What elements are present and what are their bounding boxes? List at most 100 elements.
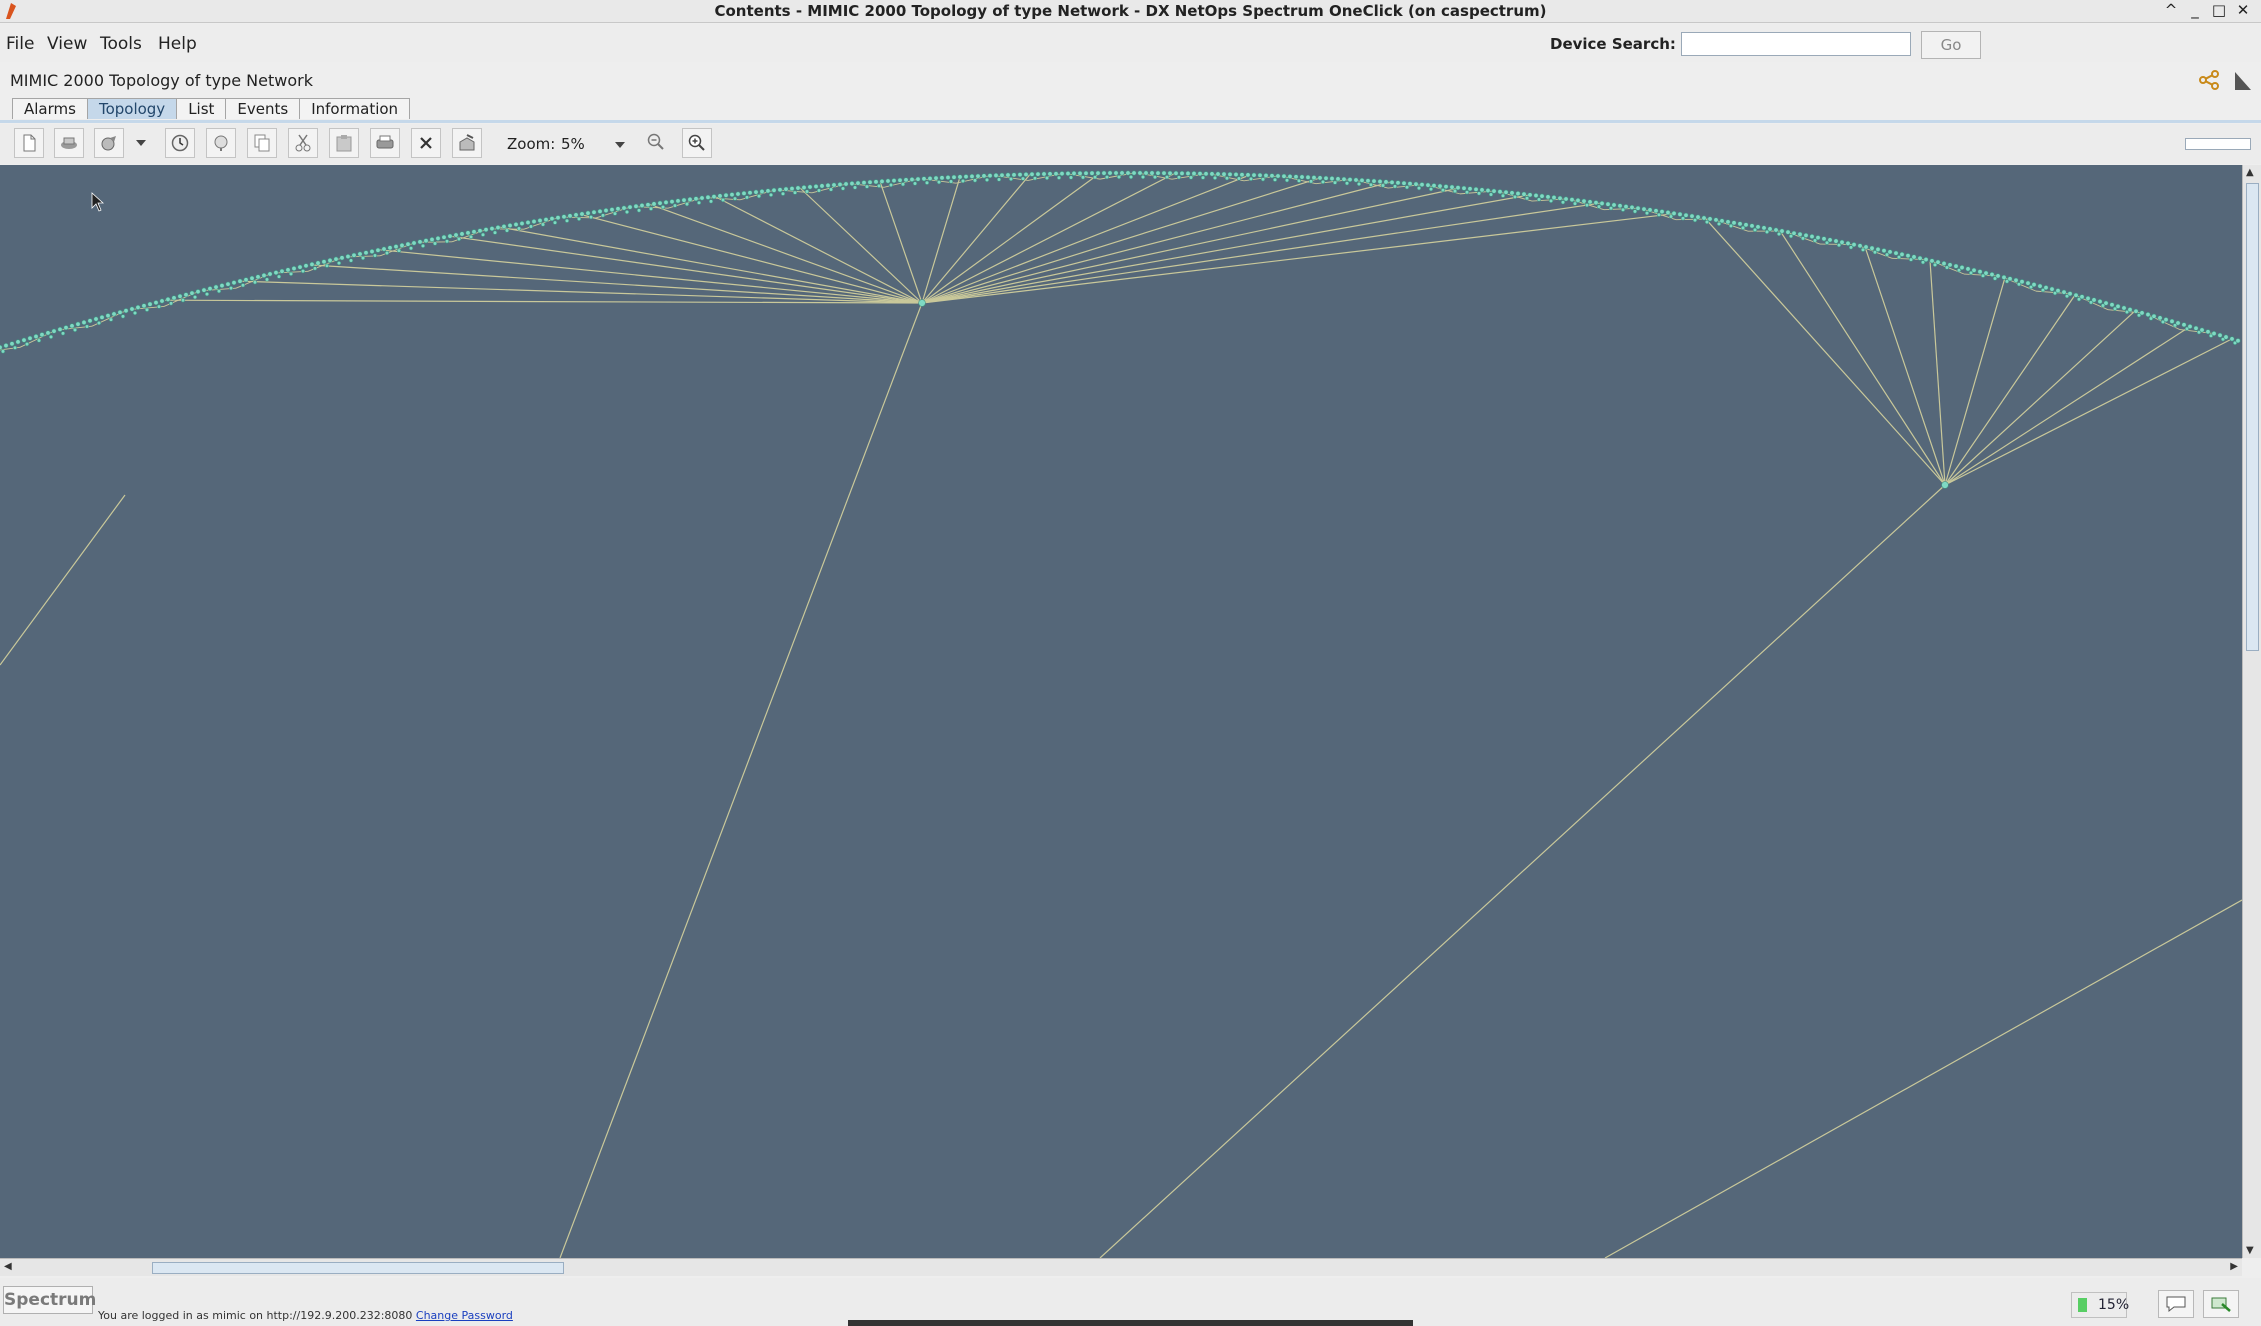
topology-node[interactable] — [1161, 170, 1167, 176]
topology-node[interactable] — [516, 226, 522, 231]
topology-node[interactable] — [597, 208, 603, 214]
topology-node[interactable] — [1656, 212, 1662, 217]
topology-node[interactable] — [111, 311, 117, 317]
topology-node[interactable] — [1449, 184, 1455, 190]
topology-node[interactable] — [729, 192, 735, 198]
topology-node[interactable] — [1140, 174, 1146, 180]
topology-node[interactable] — [1917, 255, 1923, 261]
topology-node[interactable] — [261, 272, 267, 278]
topology-node[interactable] — [180, 298, 186, 303]
topology-node[interactable] — [1575, 197, 1581, 203]
topology-node[interactable] — [93, 316, 99, 322]
topology-node[interactable] — [837, 181, 843, 187]
window-up-button[interactable]: ^ — [2159, 1, 2183, 19]
topology-node[interactable] — [1653, 208, 1659, 214]
topology-node[interactable] — [1476, 191, 1482, 196]
topology-node[interactable] — [957, 174, 963, 180]
topology-node[interactable] — [483, 227, 489, 233]
topology-node[interactable] — [1164, 175, 1170, 180]
topology-node[interactable] — [1560, 200, 1566, 205]
topology-node[interactable] — [1395, 180, 1401, 186]
topology-node[interactable] — [1647, 207, 1653, 213]
topology-node[interactable] — [1125, 170, 1131, 176]
tab-alarms[interactable]: Alarms — [12, 98, 88, 119]
topology-node[interactable] — [1080, 175, 1086, 180]
topology-node[interactable] — [36, 338, 42, 343]
topology-node[interactable] — [1608, 206, 1614, 211]
topology-node[interactable] — [1233, 172, 1239, 178]
topology-node[interactable] — [777, 187, 783, 193]
topology-node[interactable] — [2073, 292, 2079, 298]
topology-node[interactable] — [1821, 236, 1827, 242]
topology-node[interactable] — [2199, 327, 2205, 333]
topology-node[interactable] — [528, 224, 534, 229]
topology-node[interactable] — [1377, 179, 1383, 185]
topology-node[interactable] — [2001, 274, 2007, 280]
topology-node[interactable] — [1092, 175, 1098, 180]
topology-node[interactable] — [963, 174, 969, 180]
topology-node[interactable] — [447, 233, 453, 239]
topology-node[interactable] — [387, 245, 393, 251]
topology-node[interactable] — [357, 251, 363, 257]
history-button[interactable] — [165, 128, 195, 158]
topology-node[interactable] — [9, 341, 15, 347]
topology-node[interactable] — [801, 185, 807, 191]
topology-node[interactable] — [1797, 231, 1803, 237]
share-icon[interactable] — [2197, 68, 2221, 92]
topology-node[interactable] — [363, 250, 369, 256]
menu-file[interactable]: File — [6, 34, 34, 54]
topology-node[interactable] — [48, 334, 54, 340]
topology-node[interactable] — [1815, 235, 1821, 241]
topology-node[interactable] — [477, 228, 483, 234]
topology-node[interactable] — [1044, 175, 1050, 181]
topology-node[interactable] — [717, 193, 723, 199]
topology-node[interactable] — [369, 248, 375, 254]
topology-node[interactable] — [828, 187, 834, 192]
topology-node[interactable] — [1089, 170, 1095, 176]
topology-node[interactable] — [951, 174, 957, 180]
topology-node[interactable] — [2175, 320, 2181, 326]
scroll-down-icon[interactable]: ▼ — [2246, 1245, 2254, 1256]
topology-node[interactable] — [873, 179, 879, 185]
topology-node[interactable] — [1533, 193, 1539, 199]
topology-node[interactable] — [399, 242, 405, 248]
topology-node[interactable] — [1863, 244, 1869, 250]
topology-node[interactable] — [693, 196, 699, 202]
topology-node[interactable] — [1455, 185, 1461, 191]
topology-node[interactable] — [1731, 220, 1737, 226]
import-button[interactable] — [54, 128, 84, 158]
topology-node[interactable] — [1020, 176, 1026, 181]
topology-node[interactable] — [885, 178, 891, 184]
topology-node[interactable] — [1551, 195, 1557, 201]
topology-node[interactable] — [1713, 217, 1719, 223]
topology-node[interactable] — [843, 181, 849, 187]
topology-node[interactable] — [108, 317, 114, 322]
topology-node[interactable] — [1632, 209, 1638, 214]
topology-node[interactable] — [627, 204, 633, 210]
topology-node[interactable] — [708, 199, 714, 204]
topology-canvas[interactable] — [0, 165, 2242, 1258]
topology-node[interactable] — [783, 186, 789, 192]
topology-hub-node[interactable] — [918, 299, 926, 307]
topology-node[interactable] — [237, 278, 243, 284]
topology-node[interactable] — [132, 310, 138, 316]
topology-node[interactable] — [3, 343, 9, 349]
topology-node[interactable] — [495, 225, 501, 231]
topology-node[interactable] — [1536, 197, 1542, 202]
topology-node[interactable] — [1473, 186, 1479, 192]
topology-node[interactable] — [129, 306, 135, 312]
topology-node[interactable] — [1563, 196, 1569, 202]
topology-node[interactable] — [225, 281, 231, 287]
topology-node[interactable] — [1737, 221, 1743, 227]
topology-node[interactable] — [264, 277, 270, 282]
topology-node[interactable] — [1965, 266, 1971, 272]
topology-node[interactable] — [135, 304, 141, 310]
zoom-in-button[interactable] — [682, 128, 712, 158]
topology-node[interactable] — [651, 201, 657, 207]
topology-node[interactable] — [741, 190, 747, 196]
topology-node[interactable] — [1623, 204, 1629, 210]
topology-node[interactable] — [1785, 229, 1791, 235]
topology-node[interactable] — [1572, 201, 1578, 206]
topology-node[interactable] — [99, 314, 105, 320]
topology-node[interactable] — [201, 287, 207, 293]
